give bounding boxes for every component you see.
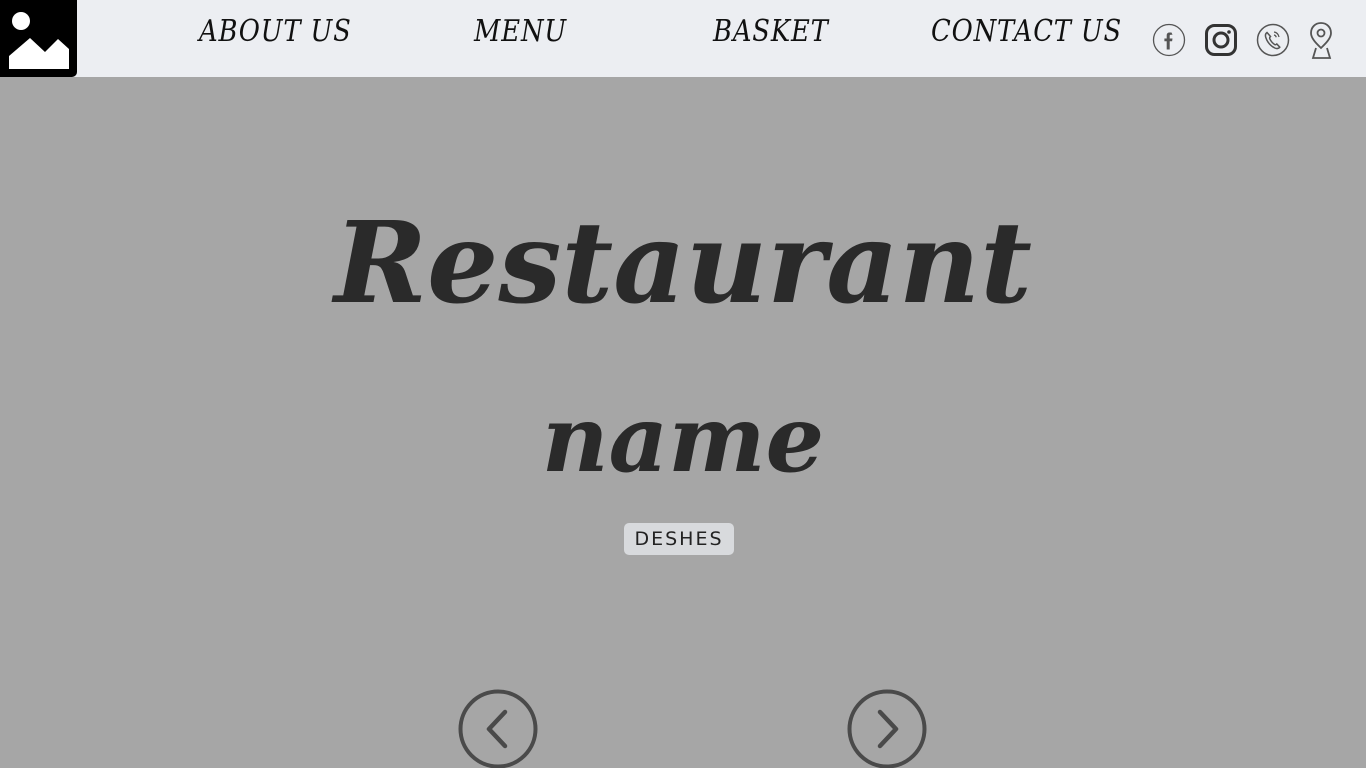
nav-contact-us[interactable]: CONTACT US [931, 14, 1122, 49]
nav-about-us[interactable]: ABOUT US [199, 14, 352, 49]
nav-basket[interactable]: BASKET [713, 14, 829, 49]
logo-image-placeholder[interactable] [0, 0, 77, 77]
restaurant-name-title-line2: name [541, 385, 825, 493]
phone-icon[interactable] [1253, 20, 1293, 60]
restaurant-name-title-line1: Restaurant [334, 198, 1032, 329]
nav-menu[interactable]: MENU [474, 14, 567, 49]
image-placeholder-icon [9, 12, 69, 69]
instagram-icon[interactable] [1201, 20, 1241, 60]
map-pin-icon[interactable] [1302, 20, 1342, 60]
carousel-prev-button[interactable] [458, 689, 538, 768]
carousel-next-button[interactable] [847, 689, 927, 768]
chevron-left-icon [458, 689, 538, 768]
chevron-right-icon [847, 689, 927, 768]
dishes-badge[interactable]: DESHES [624, 523, 734, 555]
facebook-icon[interactable] [1149, 20, 1189, 60]
top-navigation-bar: ABOUT US MENU BASKET CONTACT US [0, 0, 1366, 77]
